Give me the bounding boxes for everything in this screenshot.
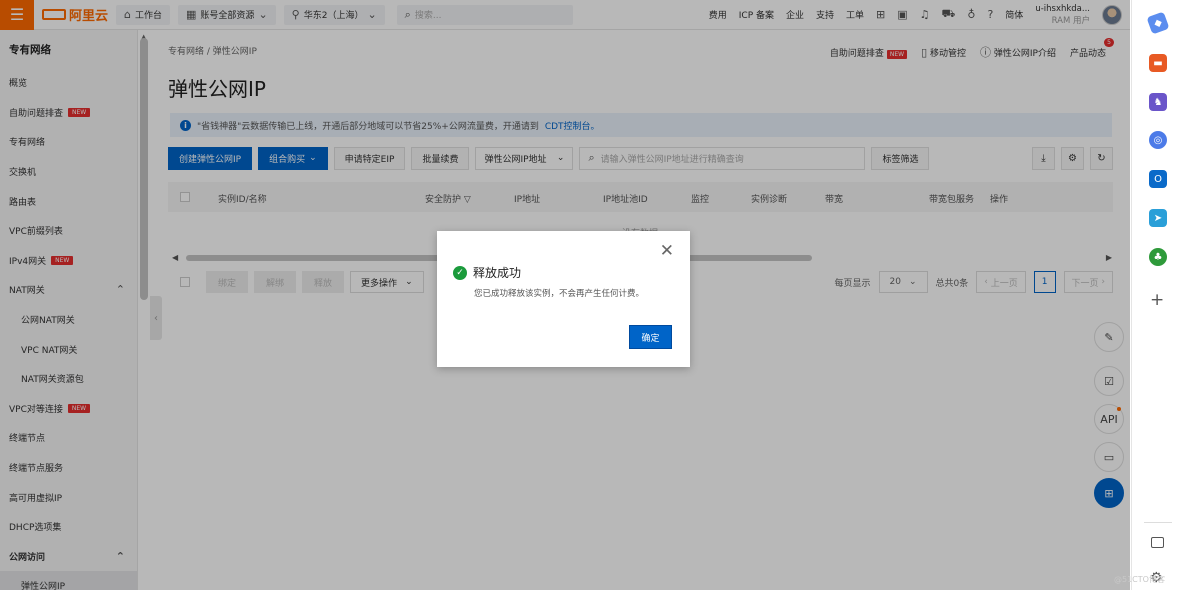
confirm-button[interactable]: 确定 — [629, 325, 672, 349]
copilot-app-icon[interactable]: ◎ — [1149, 131, 1167, 149]
watermark: @51CTO博客 — [1114, 575, 1165, 584]
right-dock: ◆ ▬ ♞ ◎ O ➤ ♣ + ⚙ — [1131, 0, 1184, 590]
toolbox-app-icon[interactable]: ▬ — [1149, 54, 1167, 72]
dock-divider — [1144, 522, 1172, 523]
success-check-icon: ✓ — [453, 265, 467, 280]
add-app-icon[interactable]: + — [1150, 290, 1164, 310]
outlook-app-icon[interactable]: O — [1149, 170, 1167, 188]
dialog-message: 您已成功释放该实例，不会再产生任何计费。 — [474, 289, 645, 299]
tag-app-icon[interactable]: ◆ — [1146, 11, 1170, 35]
release-success-dialog: ✕ ✓ 释放成功 您已成功释放该实例，不会再产生任何计费。 确定 — [437, 231, 690, 367]
tree-app-icon[interactable]: ♣ — [1149, 248, 1167, 266]
side-panel-icon[interactable] — [1151, 537, 1164, 548]
dialog-header: ✓ 释放成功 — [453, 264, 521, 281]
send-app-icon[interactable]: ➤ — [1149, 209, 1167, 227]
close-icon[interactable]: ✕ — [660, 243, 674, 260]
dialog-title: 释放成功 — [473, 266, 522, 280]
chess-app-icon[interactable]: ♞ — [1149, 93, 1167, 111]
